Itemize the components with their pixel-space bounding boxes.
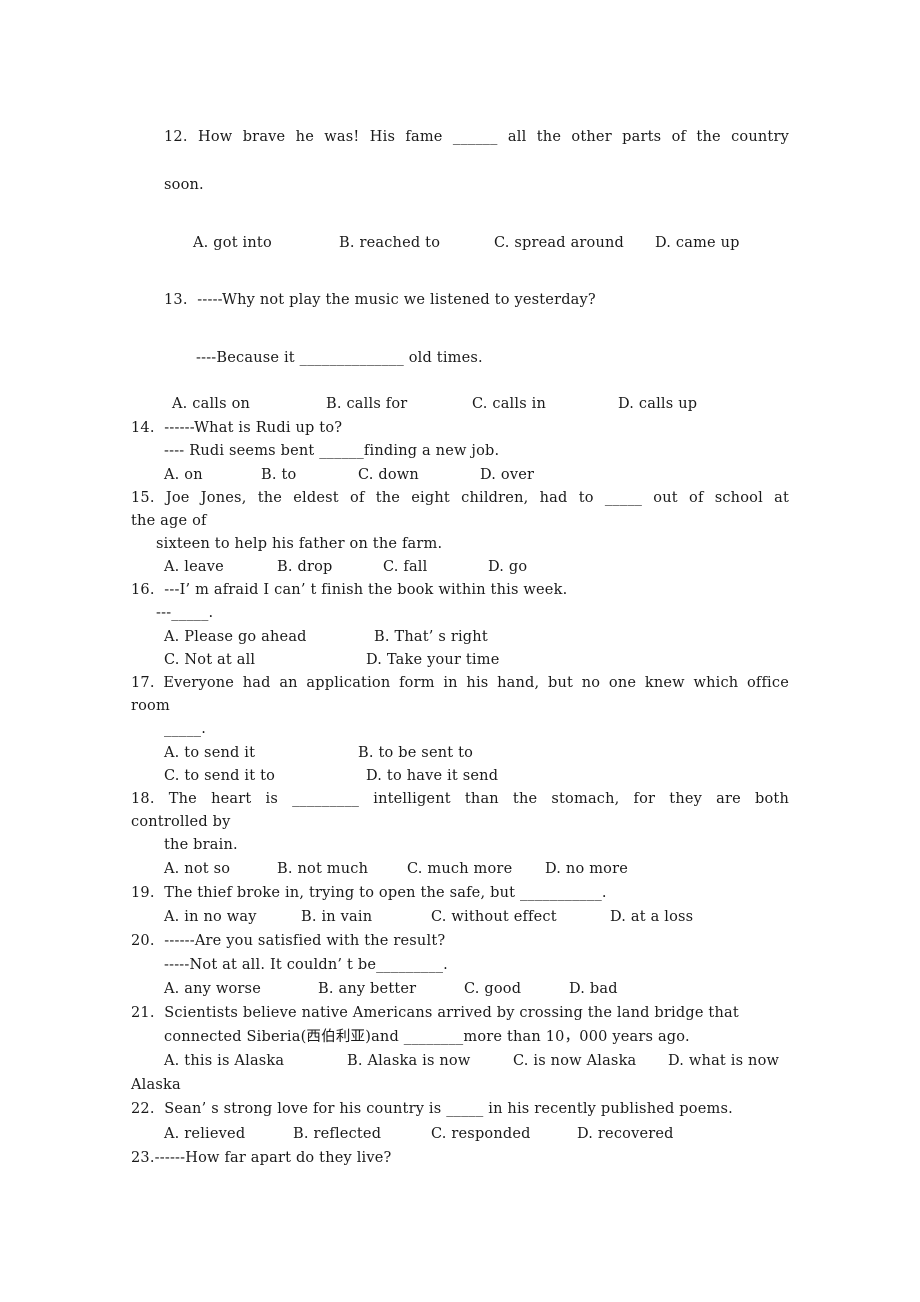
question-23-stem: 23.------How far apart do they live? <box>131 1150 392 1166</box>
option-12-a: A. got into <box>193 235 272 251</box>
option-22-d: D. recovered <box>577 1126 674 1142</box>
option-15-b: B. drop <box>277 559 333 575</box>
option-21-d: D. what is now <box>668 1053 780 1069</box>
option-13-c: C. calls in <box>472 396 547 412</box>
option-20-c: C. good <box>464 981 522 997</box>
option-21-a: A. this is Alaska <box>164 1053 285 1069</box>
option-19-d: D. at a loss <box>610 909 694 925</box>
question-12-stem-cont: soon. <box>164 177 204 193</box>
question-17-stem-cont: room <box>131 698 170 714</box>
option-13-b: B. calls for <box>326 396 408 412</box>
option-17-d: D. to have it send <box>366 768 499 784</box>
option-18-c: C. much more <box>407 861 513 877</box>
option-18-b: B. not much <box>277 861 369 877</box>
option-19-b: B. in vain <box>301 909 373 925</box>
option-20-b: B. any better <box>318 981 417 997</box>
question-17-stem: 17. Everyone had an application form in … <box>131 675 789 691</box>
option-15-a: A. leave <box>164 559 224 575</box>
option-12-c: C. spread around <box>494 235 625 251</box>
question-20-stem: 20. ------Are you satisfied with the res… <box>131 933 446 949</box>
question-17-blank: _____. <box>164 721 207 737</box>
option-21-b: B. Alaska is now <box>347 1053 471 1069</box>
option-16-c: C. Not at all <box>164 652 256 668</box>
question-16-stem: 16. ---I’ m afraid I can’ t finish the b… <box>131 582 568 598</box>
option-14-b: B. to <box>261 467 297 483</box>
option-12-d: D. came up <box>655 235 740 251</box>
option-16-b: B. That’ s right <box>374 629 488 645</box>
option-22-a: A. relieved <box>164 1126 246 1142</box>
option-14-c: C. down <box>358 467 419 483</box>
option-15-c: C. fall <box>383 559 428 575</box>
question-18-stem-cont: controlled by <box>131 814 231 830</box>
question-16-reply: ---_____. <box>156 605 214 621</box>
option-12-b: B. reached to <box>339 235 441 251</box>
question-14-reply: ---- Rudi seems bent ______finding a new… <box>164 443 500 459</box>
option-13-a: A. calls on <box>172 396 251 412</box>
option-17-a: A. to send it <box>164 745 256 761</box>
question-14-stem: 14. ------What is Rudi up to? <box>131 420 343 436</box>
question-15-stem-cont2: sixteen to help his father on the farm. <box>156 536 443 552</box>
option-19-a: A. in no way <box>164 909 257 925</box>
option-15-d: D. go <box>488 559 528 575</box>
question-12-stem: 12. How brave he was! His fame ______ al… <box>164 129 789 145</box>
question-21-stem-cont: connected Siberia(西伯利亚)and ________more … <box>164 1029 690 1045</box>
question-21-stem: 21. Scientists believe native Americans … <box>131 1005 739 1021</box>
question-18-stem-cont2: the brain. <box>164 837 238 853</box>
question-13-stem: 13. -----Why not play the music we liste… <box>164 292 596 308</box>
option-17-c: C. to send it to <box>164 768 276 784</box>
question-20-reply: -----Not at all. It couldn’ t be________… <box>164 957 448 973</box>
question-15-stem-cont: the age of <box>131 513 207 529</box>
option-16-d: D. Take your time <box>366 652 500 668</box>
option-19-c: C. without effect <box>431 909 557 925</box>
option-18-d: D. no more <box>545 861 628 877</box>
option-17-b: B. to be sent to <box>358 745 474 761</box>
option-20-a: A. any worse <box>164 981 261 997</box>
option-18-a: A. not so <box>164 861 231 877</box>
option-13-d: D. calls up <box>618 396 698 412</box>
question-15-stem: 15. Joe Jones, the eldest of the eight c… <box>131 490 789 506</box>
option-14-a: A. on <box>164 467 203 483</box>
question-18-stem: 18. The heart is _________ intelligent t… <box>131 791 789 807</box>
option-22-c: C. responded <box>431 1126 531 1142</box>
option-16-a: A. Please go ahead <box>164 629 307 645</box>
option-20-d: D. bad <box>569 981 618 997</box>
option-22-b: B. reflected <box>293 1126 382 1142</box>
question-13-reply: ----Because it ______________ old times. <box>196 350 483 366</box>
option-21-d-cont: Alaska <box>131 1077 181 1093</box>
option-21-c: C. is now Alaska <box>513 1053 637 1069</box>
question-19-stem: 19. The thief broke in, trying to open t… <box>131 885 607 901</box>
option-14-d: D. over <box>480 467 535 483</box>
question-22-stem: 22. Sean’ s strong love for his country … <box>131 1101 733 1117</box>
